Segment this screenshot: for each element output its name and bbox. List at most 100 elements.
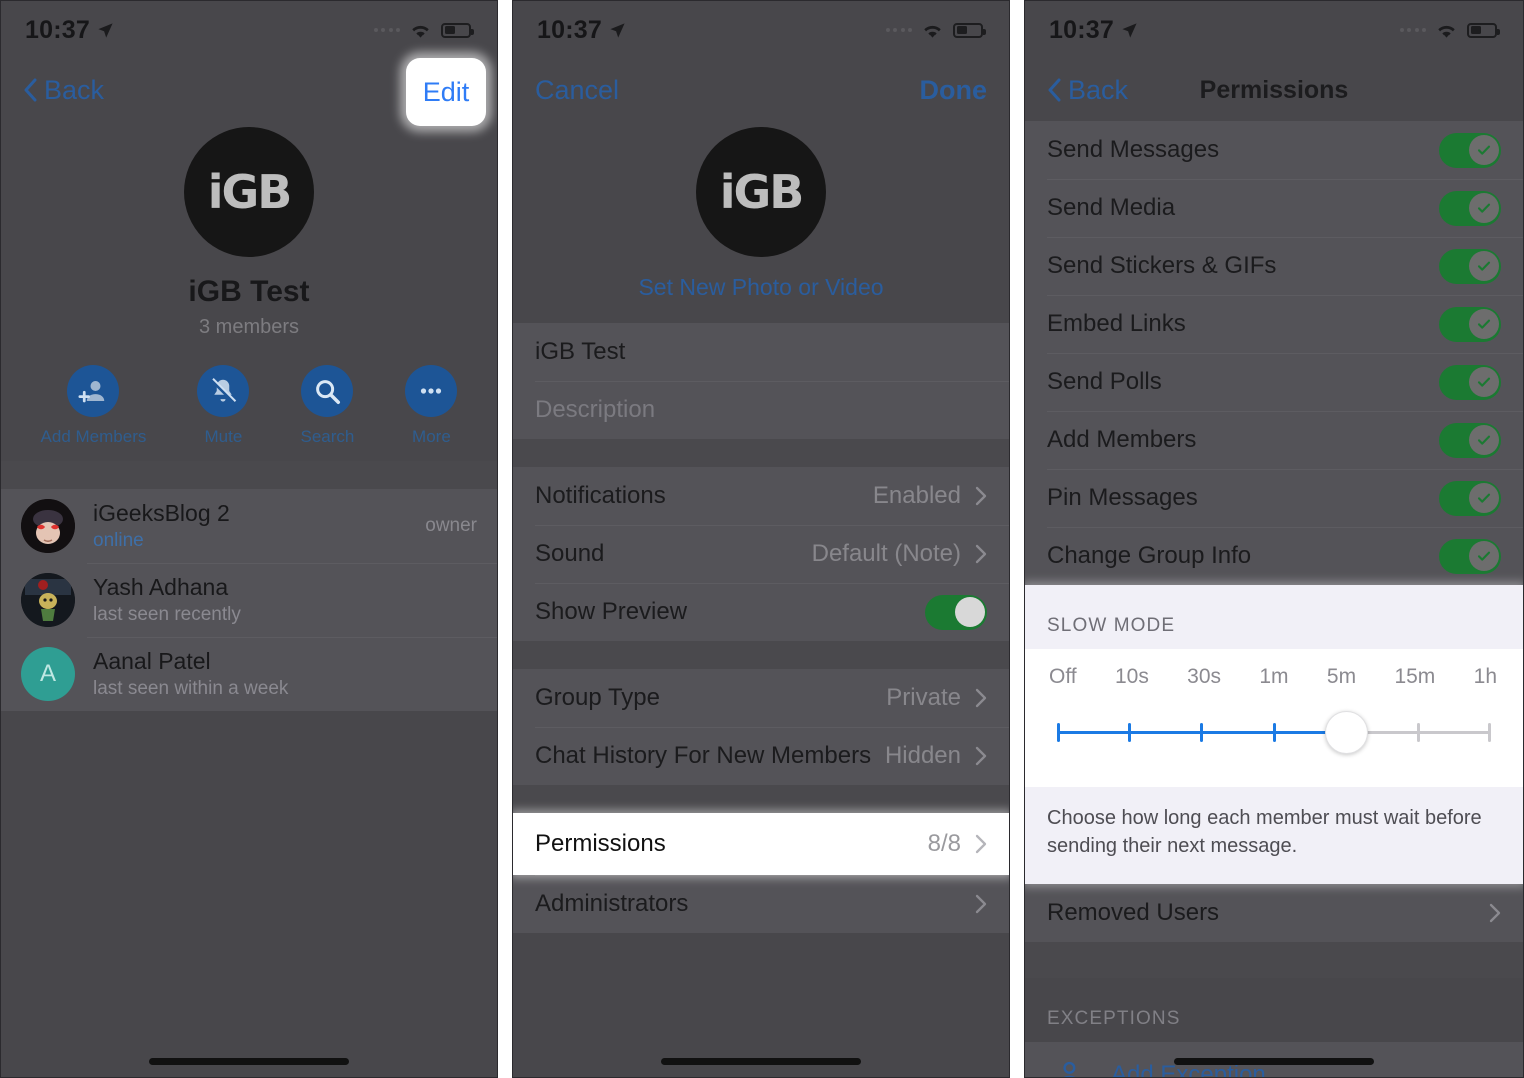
row-sound[interactable]: Sound Default (Note): [513, 525, 1009, 583]
done-button[interactable]: Done: [920, 75, 988, 106]
slider-thumb[interactable]: [1324, 711, 1368, 754]
slider-tick: [1200, 723, 1204, 742]
row-show-preview[interactable]: Show Preview: [513, 583, 1009, 641]
permission-row[interactable]: Embed Links: [1025, 295, 1523, 353]
admin-settings-list: Permissions 8/8 Administrators: [513, 813, 1009, 933]
permission-toggle[interactable]: [1439, 132, 1501, 168]
group-settings-list: Group Type Private Chat History For New …: [513, 669, 1009, 785]
edit-button[interactable]: Edit: [406, 58, 486, 126]
row-label: Group Type: [535, 684, 660, 711]
permission-toggle[interactable]: [1439, 422, 1501, 458]
wifi-icon: [924, 25, 941, 38]
permission-row[interactable]: Pin Messages: [1025, 469, 1523, 527]
signal-dots-icon: [885, 28, 912, 32]
check-icon: [1477, 145, 1490, 155]
row-value: Enabled: [872, 482, 961, 509]
status-bar: 10:37: [513, 1, 1009, 59]
permission-label: Send Messages: [1047, 136, 1220, 163]
list-item[interactable]: A Aanal Patel last seen within a week: [1, 637, 497, 711]
row-label: Notifications: [535, 482, 666, 509]
search-icon: [301, 365, 354, 417]
member-name: iGeeksBlog 2: [93, 500, 230, 526]
battery-icon: [441, 22, 474, 38]
row-group-type[interactable]: Group Type Private: [513, 669, 1009, 727]
permission-toggle[interactable]: [1439, 538, 1501, 574]
description-field[interactable]: Description: [513, 381, 1009, 439]
panel-group-info: 10:37 Back Edit iGB iGB Test 3 members A…: [0, 0, 498, 1078]
permission-row[interactable]: Send Polls: [1025, 353, 1523, 411]
slider-tick: [1417, 723, 1421, 742]
row-chat-history[interactable]: Chat History For New Members Hidden: [513, 727, 1009, 785]
back-button[interactable]: Back: [1047, 75, 1128, 106]
status-right: [373, 22, 474, 39]
slider-tick: [1127, 723, 1131, 742]
list-item[interactable]: iGeeksBlog 2 online owner: [1, 489, 497, 563]
removed-users-list: Removed Users: [1025, 884, 1523, 943]
tick-label: 5m: [1326, 665, 1357, 688]
slow-mode-slider[interactable]: [1049, 705, 1499, 761]
slow-mode-note: Choose how long each member must wait be…: [1047, 807, 1482, 857]
permission-toggle[interactable]: [1439, 248, 1501, 284]
avatar-initial: A: [39, 660, 56, 687]
group-avatar[interactable]: iGB: [184, 127, 314, 257]
list-item-text: iGeeksBlog 2 online: [93, 500, 230, 552]
permission-toggle[interactable]: [1439, 480, 1501, 516]
group-avatar[interactable]: iGB: [696, 127, 826, 257]
chevron-right-icon: [975, 486, 987, 506]
tick-label: 10s: [1114, 665, 1149, 688]
back-button[interactable]: Back: [23, 75, 104, 106]
permission-row[interactable]: Send Stickers & GIFs: [1025, 237, 1523, 295]
slider-tick: [1488, 723, 1491, 742]
permission-toggle[interactable]: [1439, 364, 1501, 400]
group-members-count: 3 members: [198, 316, 300, 338]
chevron-right-icon: [1489, 904, 1501, 923]
check-icon: [1477, 551, 1490, 561]
removed-users-row[interactable]: Removed Users: [1025, 884, 1523, 942]
permission-row[interactable]: Change Group Info: [1025, 527, 1523, 585]
add-member-icon: [67, 365, 120, 417]
list-item[interactable]: Yash Adhana last seen recently: [1, 563, 497, 637]
action-mute[interactable]: Mute: [197, 365, 250, 447]
permission-toggle[interactable]: [1439, 190, 1501, 226]
group-name-value: iGB Test: [535, 338, 626, 365]
permission-row[interactable]: Send Media: [1025, 179, 1523, 237]
action-search[interactable]: Search: [300, 365, 354, 447]
avatar: [21, 499, 75, 553]
action-add-members[interactable]: Add Members: [41, 365, 146, 447]
row-label: Chat History For New Members: [535, 742, 872, 769]
row-notifications[interactable]: Notifications Enabled: [513, 467, 1009, 525]
list-item-text: Yash Adhana last seen recently: [93, 574, 241, 626]
chevron-left-icon: [1048, 78, 1061, 102]
permission-label: Send Stickers & GIFs: [1047, 252, 1277, 279]
set-photo-button[interactable]: Set New Photo or Video: [638, 274, 883, 301]
cancel-button[interactable]: Cancel: [535, 75, 619, 106]
permission-label: Pin Messages: [1047, 484, 1198, 511]
show-preview-toggle[interactable]: [925, 594, 987, 630]
signal-dots-icon: [373, 28, 400, 32]
battery-icon: [953, 22, 986, 38]
back-label: Back: [1068, 74, 1129, 105]
avatar: [21, 573, 75, 627]
permission-label: Add Members: [1047, 426, 1197, 453]
group-name-field[interactable]: iGB Test: [513, 323, 1009, 381]
permission-toggle[interactable]: [1439, 306, 1501, 342]
section-gap: [513, 785, 1009, 813]
action-label: Mute: [204, 427, 243, 446]
tick-label: 30s: [1187, 665, 1222, 688]
location-arrow-icon: [98, 22, 113, 38]
action-more[interactable]: More: [405, 365, 458, 447]
group-header: iGB iGB Test 3 members: [1, 121, 497, 339]
slow-mode-slider-card: Off 10s 30s 1m 5m 15m 1h: [1025, 649, 1523, 787]
permission-label: Change Group Info: [1047, 542, 1252, 569]
permission-label: Send Media: [1047, 194, 1176, 221]
location-arrow-icon: [1122, 22, 1137, 38]
slider-tick-labels: Off 10s 30s 1m 5m 15m 1h: [1049, 665, 1499, 689]
chevron-right-icon: [975, 688, 987, 708]
permission-row[interactable]: Send Messages: [1025, 121, 1523, 179]
administrators-row[interactable]: Administrators: [513, 875, 1009, 933]
members-list: iGeeksBlog 2 online owner Yash Adhana la…: [1, 489, 497, 711]
permission-row[interactable]: Add Members: [1025, 411, 1523, 469]
permissions-row[interactable]: Permissions 8/8: [513, 813, 1009, 875]
section-gap: [1025, 942, 1523, 979]
member-status: online: [93, 530, 144, 551]
